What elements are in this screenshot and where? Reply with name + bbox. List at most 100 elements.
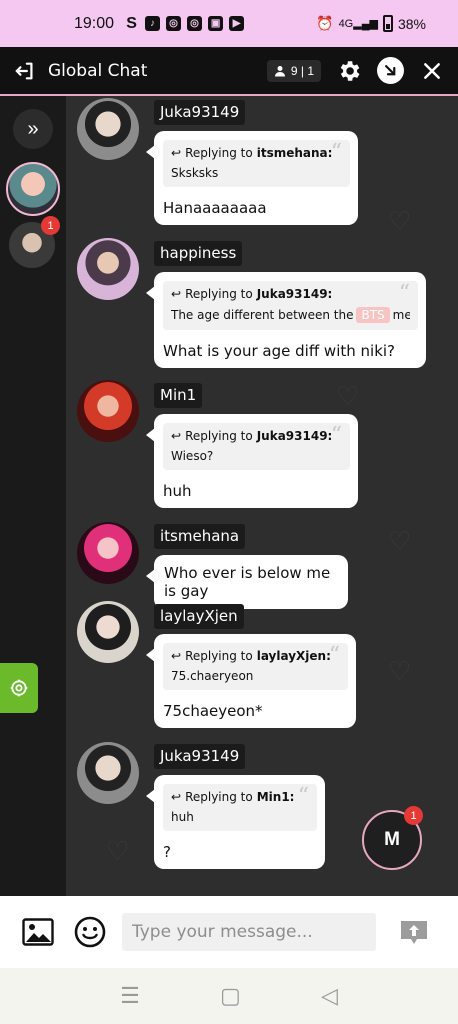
reply-text: huh (171, 810, 194, 824)
reply-label: Replying to (185, 429, 253, 443)
avatar[interactable] (77, 601, 139, 663)
message-text: Who ever is below me is gay (164, 564, 331, 600)
reply-target: Min1: (256, 790, 295, 804)
battery-level: 38% (397, 15, 426, 32)
reply-target: itsmehana: (256, 146, 333, 160)
reply-preview[interactable]: “ ↩ Replying to Juka93149: Wieso? (163, 423, 350, 470)
reply-target: laylayXjen: (256, 649, 331, 663)
emoji-icon[interactable] (72, 914, 108, 950)
reply-arrow-icon: ↩ (171, 790, 182, 804)
reply-preview[interactable]: “ ↩ Replying to Juka93149: The age diffe… (163, 281, 418, 330)
chat-header: Global Chat 9 | 1 (0, 47, 458, 96)
username[interactable]: laylayXjen (154, 604, 244, 629)
recents-icon[interactable]: ☰ (120, 983, 140, 1009)
online-users-button[interactable]: 9 | 1 (266, 59, 321, 82)
reply-target: Juka93149: (256, 287, 333, 301)
username[interactable]: Juka93149 (154, 100, 246, 125)
minimize-icon[interactable] (377, 57, 404, 84)
message-text: ? (163, 843, 171, 861)
conversation-sidebar: » 1 (0, 96, 66, 896)
avatar[interactable] (77, 522, 139, 584)
quote-icon: “ (398, 281, 410, 306)
unread-badge: 1 (41, 216, 60, 235)
online-users-count: 9 | 1 (290, 63, 314, 78)
composer-bar (0, 896, 458, 968)
instagram-icon: ◎ (187, 16, 203, 31)
mentions-label: M (384, 829, 400, 850)
background-heart-icon: ♡ (336, 381, 360, 411)
avatar[interactable] (77, 742, 139, 804)
send-button[interactable] (398, 916, 430, 948)
username[interactable]: itsmehana (154, 524, 246, 549)
reply-text: 75.chaeryeon (171, 669, 254, 683)
message-input[interactable] (122, 913, 376, 951)
tiktok-icon: ♪ (145, 16, 161, 31)
message-bubble[interactable]: Who ever is below me is gay (146, 555, 348, 609)
send-icon (401, 921, 427, 944)
quote-icon: “ (330, 140, 342, 165)
notification-icons: S ♪ ◎ ◎ ▣ ▶ (124, 14, 245, 32)
reply-preview[interactable]: “ ↩ Replying to Min1: huh (163, 784, 317, 831)
image-icon[interactable] (20, 914, 56, 950)
avatar[interactable] (77, 98, 139, 160)
message-text: huh (163, 482, 192, 500)
s-app-icon: S (126, 14, 137, 32)
system-navigation-bar: ☰ ▢ ◁ (0, 968, 458, 1024)
message-bubble[interactable]: “ ↩ Replying to itsmehana: Sksksks Hanaa… (146, 131, 358, 225)
reply-text: Wieso? (171, 449, 214, 463)
reply-preview[interactable]: “ ↩ Replying to itsmehana: Sksksks (163, 140, 350, 187)
quote-icon: “ (328, 643, 340, 668)
reply-preview[interactable]: “ ↩ Replying to laylayXjen: 75.chaeryeon (163, 643, 348, 690)
username[interactable]: Min1 (154, 383, 203, 408)
mentions-badge: 1 (404, 806, 423, 825)
clock: 19:00 (74, 14, 115, 32)
home-icon[interactable]: ▢ (220, 983, 241, 1009)
message-bubble[interactable]: “ ↩ Replying to laylayXjen: 75.chaeryeon… (146, 634, 356, 728)
reply-label: Replying to (185, 649, 253, 663)
avatar[interactable] (77, 380, 139, 442)
back-icon[interactable]: ◁ (321, 983, 338, 1009)
reply-arrow-icon: ↩ (171, 287, 182, 301)
battery-icon (382, 15, 393, 32)
background-heart-icon: ♡ (388, 656, 412, 686)
reply-arrow-icon: ↩ (171, 429, 182, 443)
user-icon (274, 65, 285, 76)
message-bubble[interactable]: “ ↩ Replying to Juka93149: Wieso? huh (146, 414, 358, 508)
reply-label: Replying to (185, 790, 253, 804)
youtube-icon: ▶ (229, 16, 245, 31)
message-bubble[interactable]: “ ↩ Replying to Juka93149: The age diffe… (146, 272, 426, 368)
avatar[interactable] (77, 238, 139, 300)
background-heart-icon: ♡ (388, 526, 412, 556)
username[interactable]: happiness (154, 241, 243, 266)
settings-icon (10, 679, 28, 697)
conversation-avatar-active[interactable] (6, 162, 60, 216)
message-bubble[interactable]: “ ↩ Replying to Min1: huh ? (146, 775, 325, 869)
highlighted-tag: BTS (356, 307, 390, 323)
reply-arrow-icon: ↩ (171, 649, 182, 663)
reply-label: Replying to (185, 146, 253, 160)
reply-text: Sksksks (171, 166, 219, 180)
reply-text: The age different between theBTSmembers … (171, 307, 410, 323)
reply-arrow-icon: ↩ (171, 146, 182, 160)
quote-icon: “ (297, 784, 309, 809)
expand-sidebar-button[interactable]: » (13, 109, 53, 149)
logout-icon[interactable] (12, 58, 38, 84)
instagram-icon: ◎ (166, 16, 182, 31)
signal-icon: 4G▂▄▆ (338, 18, 378, 30)
quote-icon: “ (330, 423, 342, 448)
reply-target: Juka93149: (256, 429, 333, 443)
message-list[interactable]: ♡ ♡ ♡ ♡ ♡ ♡ Juka93149 “ ↩ Replying to it… (66, 96, 458, 896)
gallery-icon: ▣ (208, 16, 224, 31)
close-icon[interactable] (418, 57, 446, 85)
chat-title: Global Chat (48, 60, 148, 81)
message-text: What is your age diff with niki? (163, 342, 396, 360)
message-text: 75chaeyeon* (163, 702, 263, 720)
reply-label: Replying to (185, 287, 253, 301)
background-heart-icon: ♡ (388, 206, 412, 236)
alarm-icon: ⏰ (316, 15, 334, 31)
settings-tab-button[interactable] (0, 663, 38, 713)
username[interactable]: Juka93149 (154, 744, 246, 769)
message-text: Hanaaaaaaaa (163, 199, 267, 217)
gear-icon[interactable] (335, 57, 363, 85)
background-heart-icon: ♡ (106, 836, 130, 866)
